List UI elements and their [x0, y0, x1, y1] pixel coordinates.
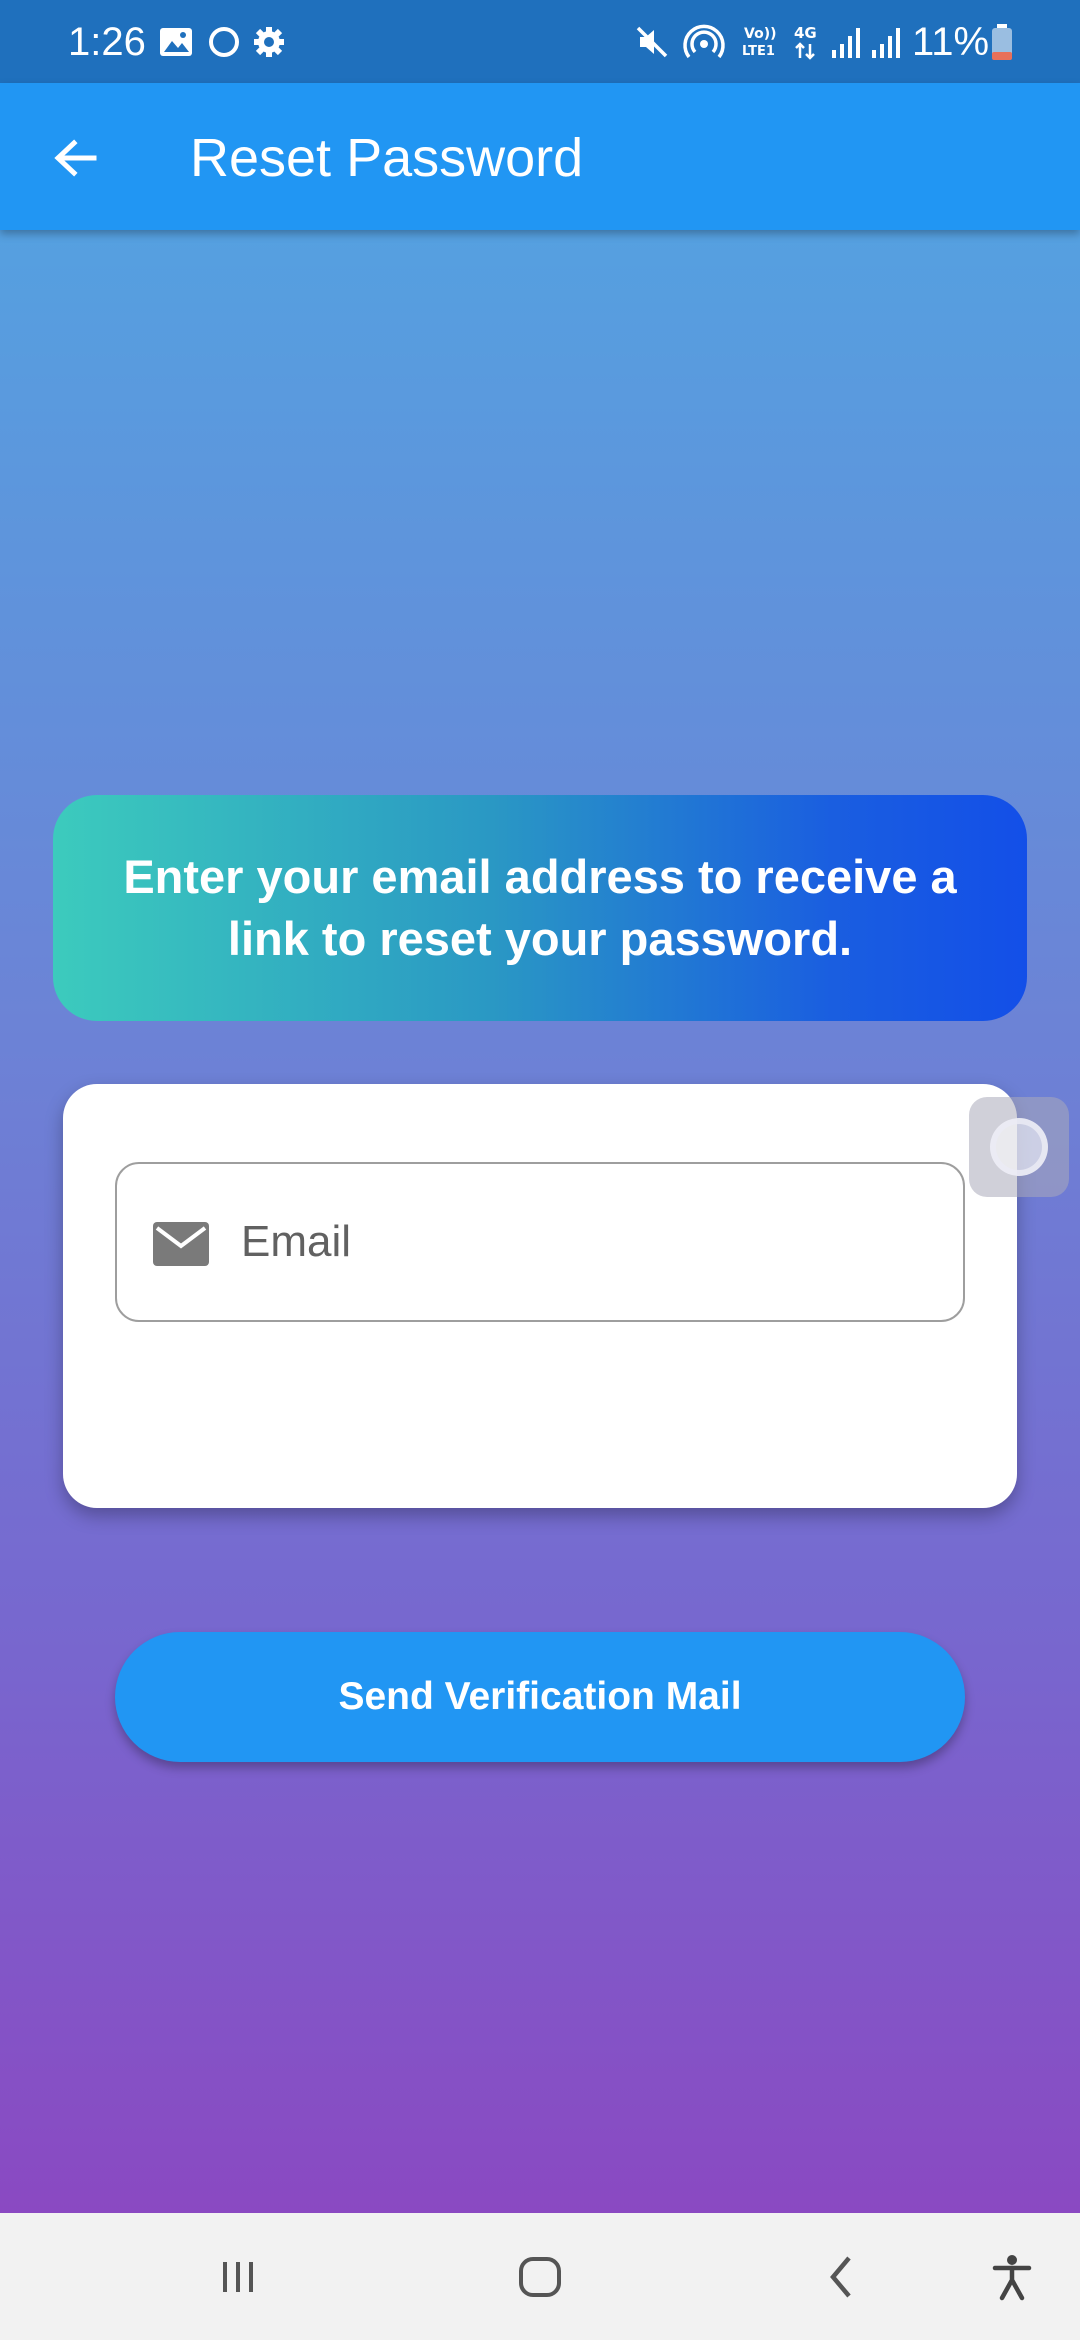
arrow-back-icon: [54, 139, 97, 177]
4g-icon: 4G: [794, 24, 817, 60]
email-input[interactable]: [241, 1194, 931, 1290]
page-title: Reset Password: [190, 128, 584, 188]
battery-icon: [992, 24, 1012, 60]
volte-icon: Vo)) LTE1: [742, 26, 776, 59]
mail-icon: [153, 1222, 209, 1266]
status-bar: 1:26 Vo)) LTE1 4G 11%: [0, 0, 1080, 83]
screen: 1:26 Vo)) LTE1 4G 11% Reset Password Ent…: [0, 0, 1080, 2340]
signal-icon: [872, 28, 900, 58]
home-icon: [519, 2257, 561, 2297]
nav-back-button[interactable]: [792, 2233, 892, 2321]
info-text: Enter your email address to receive a li…: [123, 850, 957, 965]
settings-icon: [254, 27, 284, 57]
svg-text:4G: 4G: [794, 24, 817, 42]
gallery-icon: [160, 28, 192, 56]
accessibility-icon: [992, 2255, 1032, 2301]
back-icon: [830, 2256, 851, 2298]
home-button[interactable]: [490, 2233, 590, 2321]
recents-icon: [223, 2262, 253, 2292]
assistive-ring-icon: [990, 1118, 1048, 1176]
email-field[interactable]: [115, 1162, 965, 1322]
hotspot-icon: [683, 24, 725, 59]
floating-assistive-button[interactable]: [969, 1097, 1069, 1197]
mute-icon: [636, 26, 668, 58]
status-time: 1:26: [68, 20, 146, 64]
info-banner: Enter your email address to receive a li…: [53, 795, 1027, 1021]
app-bar: Reset Password: [0, 83, 1080, 230]
battery-percent: 11%: [912, 20, 990, 64]
system-nav-bar: [0, 2213, 1080, 2340]
svg-text:LTE1: LTE1: [742, 44, 775, 59]
circle-icon: [209, 27, 239, 57]
signal-icon: [832, 28, 860, 58]
content-area: Enter your email address to receive a li…: [0, 230, 1080, 2213]
accessibility-button[interactable]: [962, 2233, 1062, 2321]
send-verification-mail-button[interactable]: Send Verification Mail: [115, 1632, 965, 1762]
back-button[interactable]: [40, 123, 110, 193]
svg-text:Vo)): Vo)): [744, 26, 776, 42]
reset-form-card: Send Verification Mail: [63, 1084, 1017, 1762]
recents-button[interactable]: [188, 2233, 288, 2321]
